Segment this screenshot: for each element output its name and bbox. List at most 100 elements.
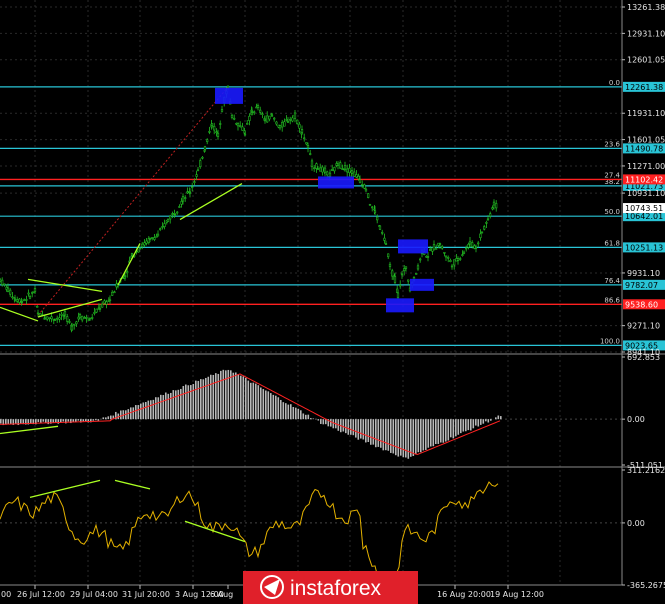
- candle-body: [91, 317, 94, 319]
- candle-body: [46, 316, 49, 320]
- macd-histogram-bar: [395, 419, 397, 456]
- macd-histogram-bar: [85, 419, 87, 422]
- candle-body: [253, 111, 256, 114]
- candle-body: [87, 319, 90, 321]
- candle-body: [479, 233, 482, 239]
- macd-histogram-bar: [367, 419, 370, 443]
- candle-body: [243, 133, 247, 136]
- candle-body: [85, 317, 88, 319]
- candle-body: [108, 299, 112, 302]
- macd-histogram-bar: [245, 377, 247, 420]
- candle-body: [400, 273, 404, 276]
- candle-body: [219, 123, 222, 125]
- macd-histogram-bar: [485, 419, 487, 422]
- candle-body: [435, 248, 438, 250]
- candle-body: [383, 237, 386, 241]
- candle-body: [184, 197, 187, 199]
- candle-body: [215, 131, 218, 134]
- candle-body: [180, 201, 183, 205]
- macd-histogram-bar: [382, 419, 385, 451]
- macd-histogram-bar: [302, 413, 305, 420]
- candle-body: [333, 167, 336, 172]
- candle-body: [268, 115, 271, 120]
- y-tick-label: 0.00: [627, 519, 645, 528]
- candle-body: [281, 121, 284, 128]
- macd-histogram-bar: [240, 375, 242, 420]
- candle-body: [83, 317, 86, 319]
- candle-body: [3, 283, 6, 286]
- candle-body: [326, 171, 329, 176]
- macd-histogram-bar: [277, 397, 280, 420]
- macd-histogram-bar: [417, 419, 420, 453]
- macd-histogram-bar: [200, 379, 202, 420]
- candle-body: [163, 223, 166, 227]
- macd-histogram-bar: [7, 419, 10, 425]
- price-pane[interactable]: 0.0 12261.3823.6 11490.7838.2 11021.7350.0 1…: [0, 79, 665, 351]
- candle-body: [403, 268, 406, 272]
- macd-histogram-bar: [150, 400, 152, 420]
- macd-histogram-bar: [415, 419, 417, 455]
- macd-histogram-bar: [95, 419, 97, 421]
- macd-histogram-bar: [330, 419, 332, 427]
- highlight-box: [410, 278, 434, 291]
- candle-body: [316, 168, 320, 170]
- macd-histogram-bar: [297, 408, 300, 420]
- candle-body: [31, 292, 34, 294]
- candle-body: [467, 243, 470, 248]
- candle-body: [130, 253, 134, 256]
- macd-histogram-bar: [465, 419, 467, 432]
- macd-pane[interactable]: [0, 369, 622, 459]
- macd-histogram-bar: [472, 419, 475, 429]
- macd-histogram-bar: [290, 404, 292, 420]
- candle-body: [0, 278, 2, 282]
- macd-histogram-bar: [267, 391, 270, 420]
- candle-body: [13, 299, 17, 301]
- candle-body: [305, 142, 308, 145]
- macd-histogram-bar: [157, 397, 160, 420]
- candle-body: [388, 263, 392, 267]
- macd-histogram-bar: [287, 404, 290, 420]
- macd-histogram-bar: [307, 414, 310, 420]
- macd-histogram-bar: [322, 419, 325, 425]
- candle-body: [438, 243, 442, 245]
- fib-level-label: 23.6: [604, 140, 620, 148]
- macd-histogram-bar: [342, 419, 345, 432]
- macd-histogram-bar: [255, 383, 257, 420]
- macd-histogram-bar: [0, 419, 2, 424]
- macd-histogram-bar: [392, 419, 395, 454]
- candle-body: [155, 235, 158, 238]
- red-level-label: 27.4: [604, 171, 620, 179]
- candle-body: [461, 254, 464, 256]
- candle-body: [9, 289, 12, 295]
- price-label-text: 9538.60: [625, 300, 658, 309]
- macd-histogram-bar: [280, 399, 282, 420]
- candle-body: [416, 265, 420, 270]
- candle-body: [145, 240, 148, 244]
- macd-histogram-bar: [460, 419, 462, 434]
- candle-body: [33, 288, 37, 293]
- macd-histogram-bar: [387, 419, 390, 451]
- candle-body: [186, 191, 189, 194]
- macd-histogram-bar: [450, 419, 452, 438]
- candle-body: [188, 192, 192, 194]
- oscillator-trendline: [29, 479, 101, 499]
- macd-histogram-bar: [107, 416, 110, 420]
- macd-histogram-bar: [185, 384, 187, 420]
- candle-body: [20, 301, 24, 303]
- macd-histogram-bar: [55, 419, 57, 423]
- macd-histogram-bar: [105, 417, 107, 420]
- macd-histogram-bar: [242, 376, 245, 420]
- candle-body: [336, 163, 340, 166]
- fib-level-label: 100.0: [600, 337, 620, 345]
- candle-body: [471, 242, 474, 247]
- macd-histogram-bar: [132, 407, 135, 420]
- y-tick-label: 0.00: [627, 415, 645, 424]
- candle-body: [391, 270, 394, 277]
- macd-histogram-bar: [57, 419, 60, 424]
- macd-histogram-bar: [350, 419, 352, 435]
- macd-histogram-bar: [455, 419, 457, 437]
- candle-body: [181, 196, 185, 202]
- candle-body: [216, 132, 220, 137]
- macd-histogram-bar: [257, 385, 260, 420]
- oscillator-pane[interactable]: [0, 479, 622, 584]
